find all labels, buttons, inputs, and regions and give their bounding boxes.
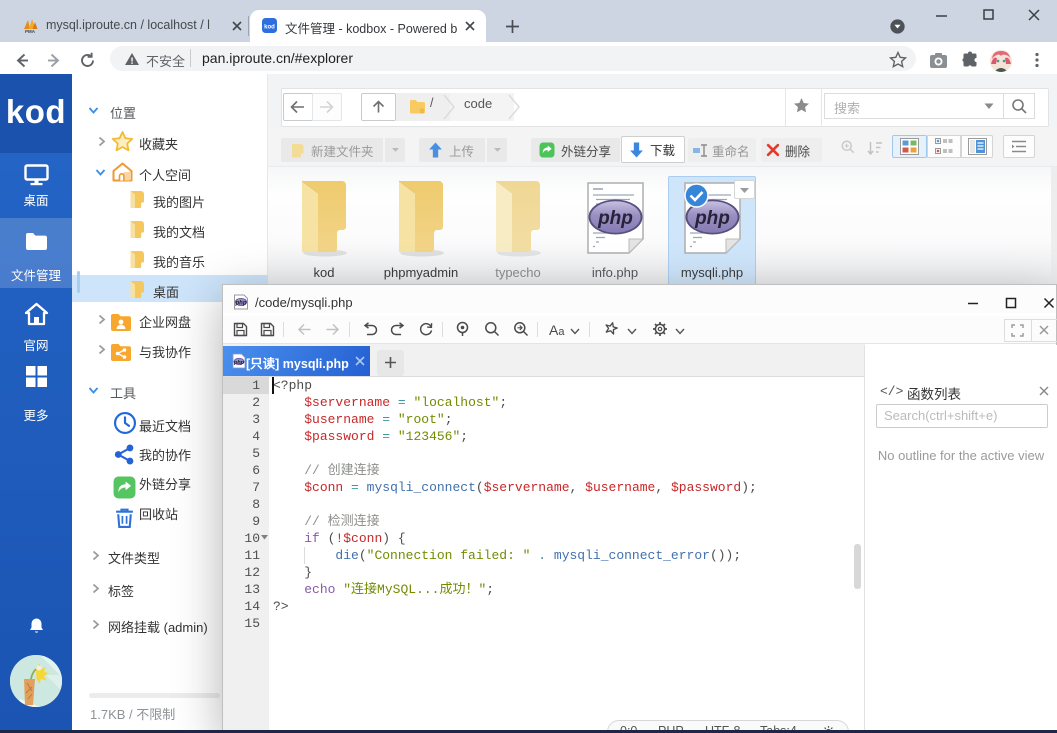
svg-text:php: php: [235, 301, 247, 307]
svg-text:php: php: [233, 360, 245, 366]
svg-text:kod: kod: [264, 25, 275, 31]
svg-text:php: php: [694, 208, 730, 229]
svg-text:PMA: PMA: [25, 29, 36, 34]
svg-text:php: php: [597, 208, 633, 229]
